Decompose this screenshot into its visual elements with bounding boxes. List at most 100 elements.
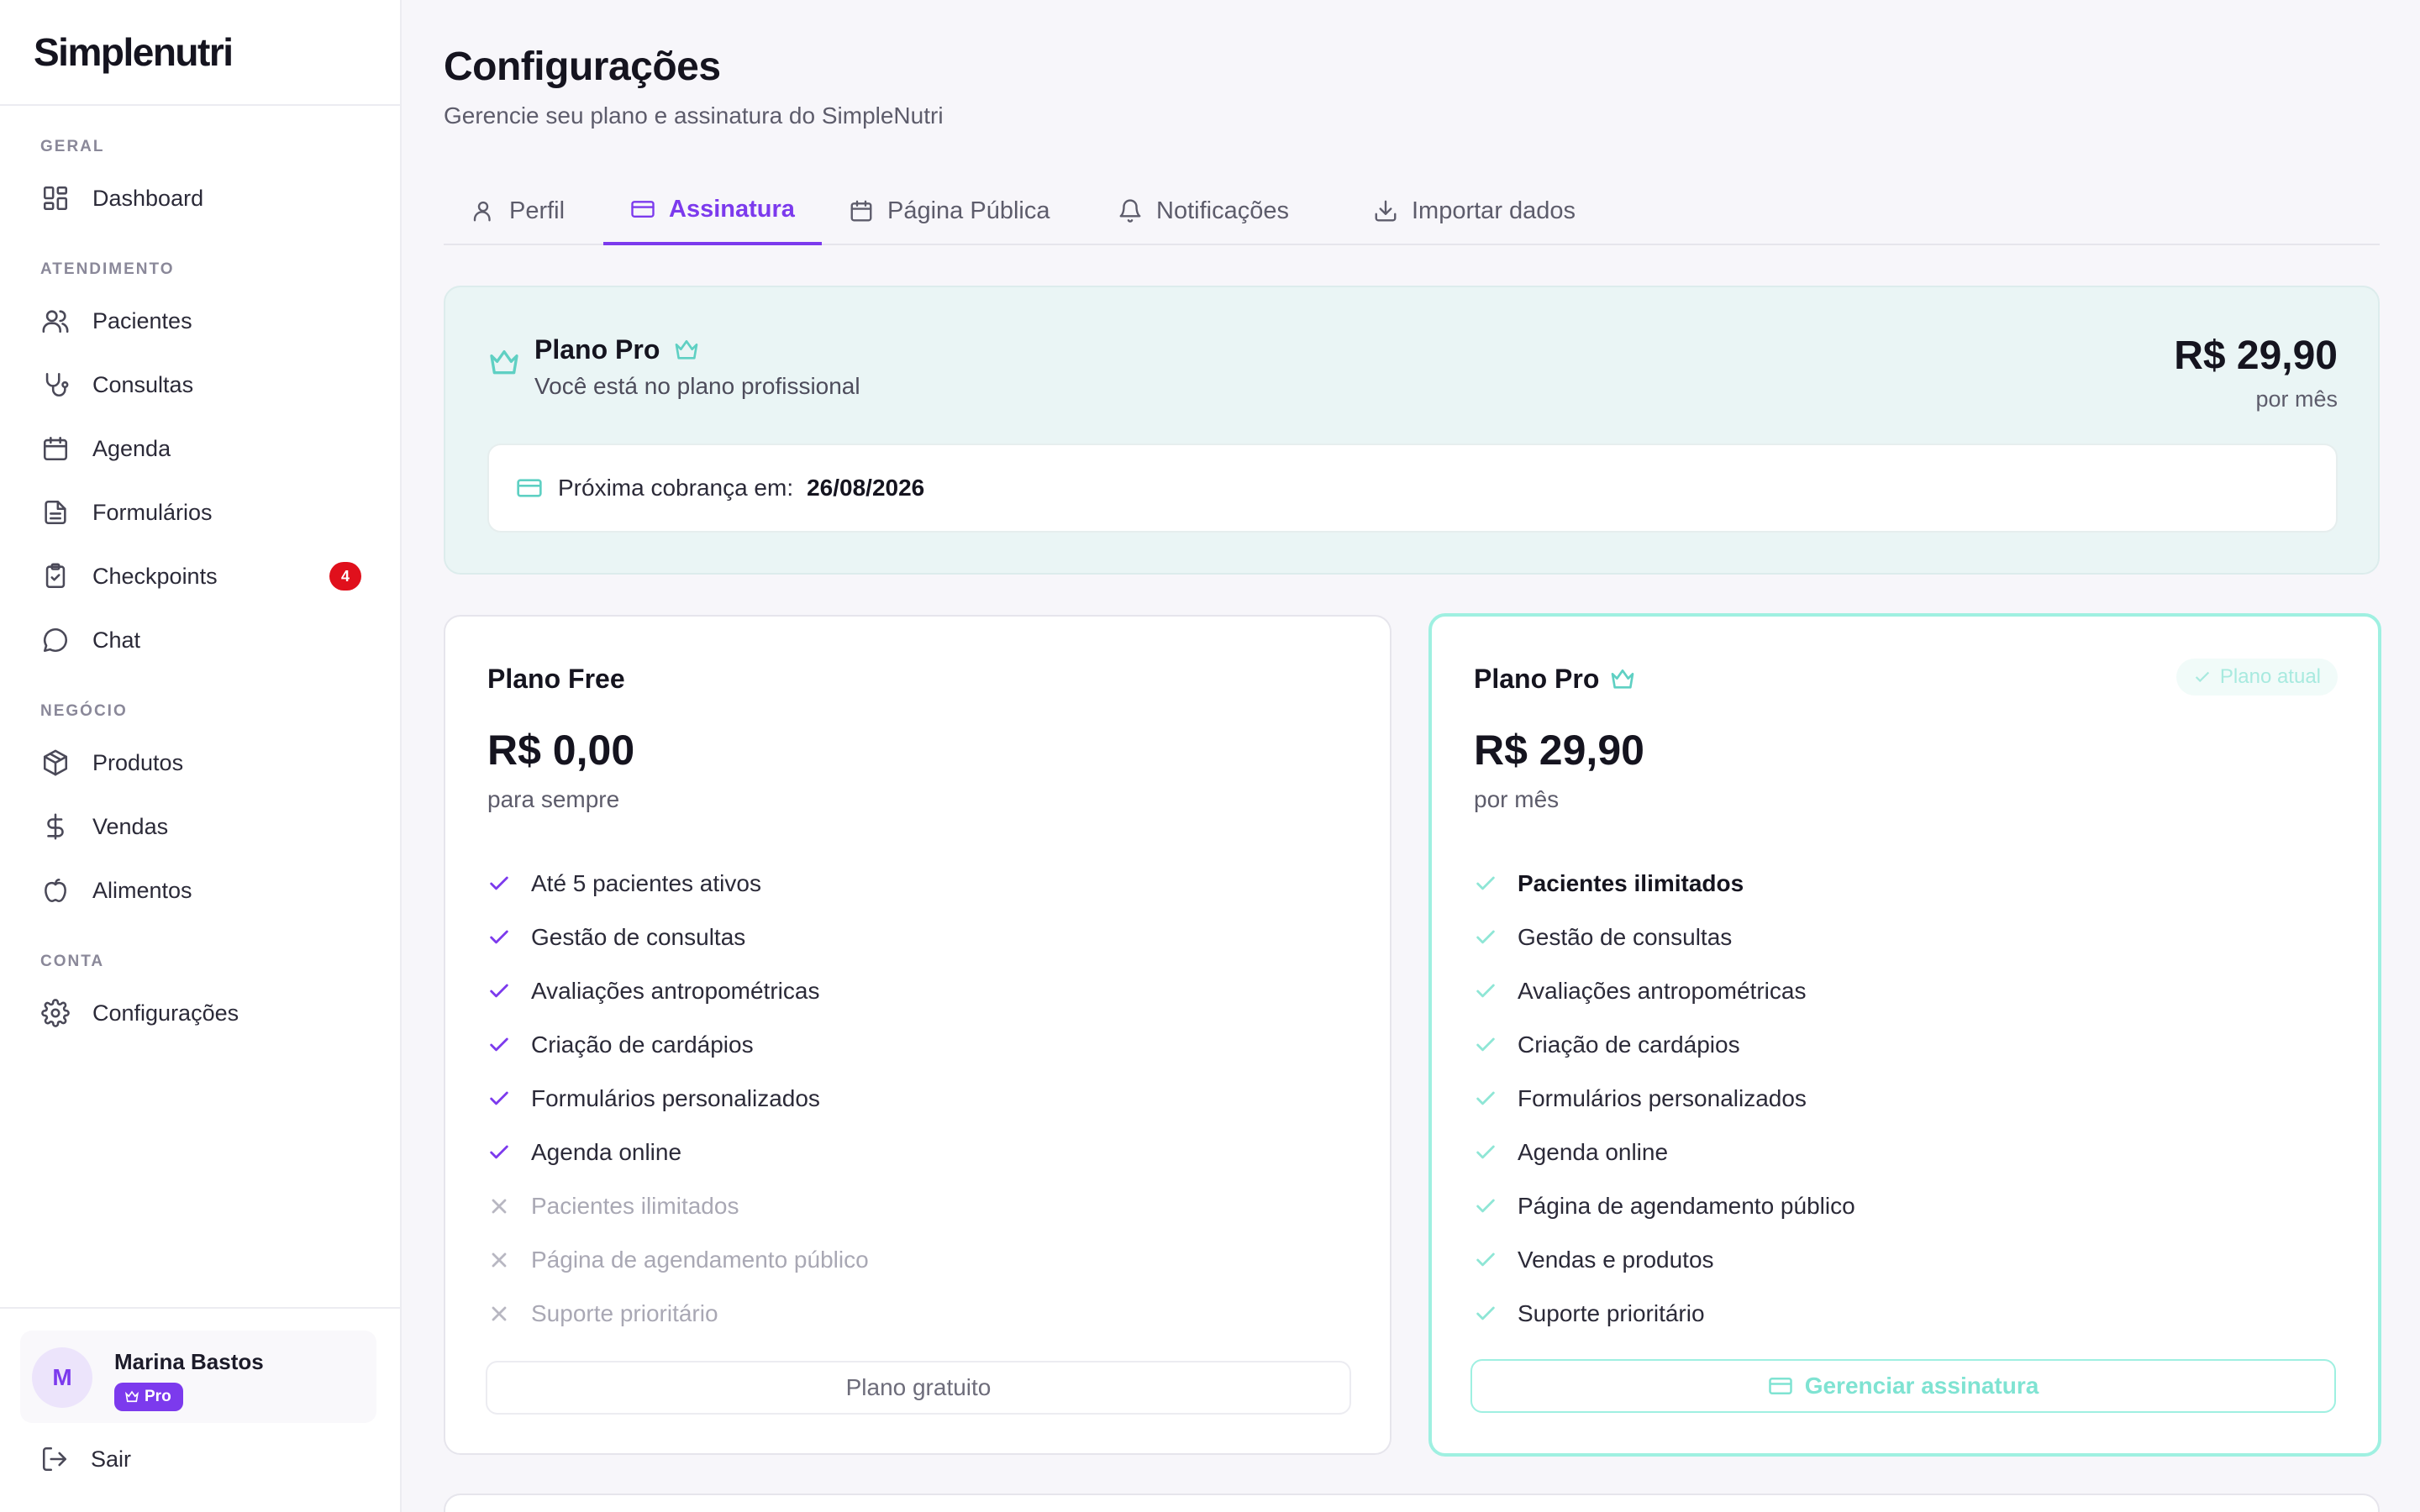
current-plan-period: por mês bbox=[2255, 386, 2338, 412]
check-icon bbox=[2195, 671, 2210, 683]
feature-text: Vendas e produtos bbox=[1518, 1247, 1714, 1273]
logout-button[interactable]: Sair bbox=[40, 1438, 131, 1480]
sidebar-item-label: Configurações bbox=[92, 1000, 239, 1026]
x-icon bbox=[492, 1306, 507, 1321]
feature-text: Pacientes ilimitados bbox=[1518, 870, 1744, 896]
current-plan-badge: Plano atual bbox=[2175, 659, 2338, 696]
page-title: Configurações bbox=[444, 45, 721, 89]
brand-logo[interactable]: Simplenutri bbox=[0, 0, 400, 106]
feature-item: Gestão de consultas bbox=[487, 911, 869, 964]
check-icon bbox=[490, 1091, 508, 1105]
feature-text: Suporte prioritário bbox=[531, 1300, 718, 1326]
tab-label: Perfil bbox=[509, 197, 566, 224]
feature-text: Criação de cardápios bbox=[1518, 1032, 1740, 1058]
plan-title-text: Plano Pro bbox=[1474, 664, 1600, 694]
plan-features-pro: Pacientes ilimitados Gestão de consultas… bbox=[1474, 857, 1855, 1341]
check-icon bbox=[1476, 1306, 1495, 1320]
plan-features-free: Até 5 pacientes ativos Gestão de consult… bbox=[487, 857, 869, 1341]
gear-icon bbox=[40, 998, 71, 1028]
download-icon bbox=[1375, 200, 1397, 222]
feature-item: Gestão de consultas bbox=[1474, 911, 1855, 964]
current-plan-description: Você está no plano profissional bbox=[534, 373, 860, 399]
feature-text: Agenda online bbox=[531, 1139, 682, 1165]
sidebar-item-agenda[interactable]: Agenda bbox=[20, 422, 381, 475]
check-icon bbox=[1476, 1199, 1495, 1213]
section-title-negocio: NEGÓCIO bbox=[40, 702, 128, 720]
check-icon bbox=[1476, 984, 1495, 998]
crown-icon bbox=[125, 1390, 139, 1403]
sidebar-item-chat[interactable]: Chat bbox=[20, 613, 381, 667]
feature-item: Página de agendamento público bbox=[1474, 1179, 1855, 1233]
tab-perfil[interactable]: Perfil bbox=[444, 176, 592, 245]
feature-text: Suporte prioritário bbox=[1518, 1300, 1705, 1326]
crown-icon bbox=[487, 346, 521, 384]
x-icon bbox=[492, 1199, 507, 1214]
package-icon bbox=[40, 748, 71, 778]
tab-label: Notificações bbox=[1156, 197, 1289, 224]
sidebar: Simplenutri GERAL Dashboard ATENDIMENTO … bbox=[0, 0, 402, 1512]
bell-icon bbox=[1119, 199, 1141, 223]
feature-item: Até 5 pacientes ativos bbox=[487, 857, 869, 911]
next-section-card bbox=[444, 1494, 2380, 1512]
feature-item: Criação de cardápios bbox=[487, 1018, 869, 1072]
sidebar-item-produtos[interactable]: Produtos bbox=[20, 736, 381, 790]
next-billing-label: Próxima cobrança em: bbox=[558, 475, 794, 501]
feature-item: Avaliações antropométricas bbox=[487, 964, 869, 1018]
feature-item: Página de agendamento público bbox=[487, 1233, 869, 1287]
tab-assinatura[interactable]: Assinatura bbox=[603, 176, 822, 245]
plan-card-pro: Plano Pro Plano atual R$ 29,90 por mês P… bbox=[1428, 613, 2381, 1457]
plan-period: por mês bbox=[1474, 786, 1560, 812]
check-icon bbox=[1476, 876, 1495, 890]
sidebar-item-configuracoes[interactable]: Configurações bbox=[20, 986, 381, 1040]
settings-tabs: Perfil Assinatura Página Pública Notific… bbox=[444, 176, 2380, 245]
sidebar-item-checkpoints[interactable]: Checkpoints 4 bbox=[20, 549, 381, 603]
stethoscope-icon bbox=[40, 370, 71, 400]
feature-item: Vendas e produtos bbox=[1474, 1233, 1855, 1287]
plan-title: Plano Pro bbox=[1474, 664, 1636, 695]
check-icon bbox=[1476, 1091, 1495, 1105]
check-icon bbox=[490, 1145, 508, 1159]
feature-item: Pacientes ilimitados bbox=[487, 1179, 869, 1233]
plan-card-free: Plano Free R$ 0,00 para sempre Até 5 pac… bbox=[444, 615, 1392, 1455]
section-title-geral: GERAL bbox=[40, 138, 105, 155]
feature-item: Suporte prioritário bbox=[1474, 1287, 1855, 1341]
avatar: M bbox=[32, 1347, 92, 1408]
sidebar-item-vendas[interactable]: Vendas bbox=[20, 800, 381, 853]
user-name: Marina Bastos bbox=[114, 1349, 264, 1374]
calendar-icon bbox=[850, 200, 872, 222]
free-plan-button[interactable]: Plano gratuito bbox=[486, 1361, 1351, 1415]
next-billing-row: Próxima cobrança em: 26/08/2026 bbox=[487, 444, 2338, 533]
clipboard-check-icon bbox=[40, 561, 71, 591]
feature-item: Pacientes ilimitados bbox=[1474, 857, 1855, 911]
feature-item: Formulários personalizados bbox=[1474, 1072, 1855, 1126]
user-plan-badge: Pro bbox=[114, 1383, 183, 1411]
brand-name: Simplenutri bbox=[34, 30, 234, 74]
check-icon bbox=[1476, 930, 1495, 944]
check-icon bbox=[490, 876, 508, 890]
feature-item: Avaliações antropométricas bbox=[1474, 964, 1855, 1018]
sidebar-item-dashboard[interactable]: Dashboard bbox=[20, 171, 381, 225]
sidebar-item-formularios[interactable]: Formulários bbox=[20, 486, 381, 539]
sidebar-item-label: Formulários bbox=[92, 499, 213, 525]
sidebar-item-pacientes[interactable]: Pacientes bbox=[20, 294, 381, 348]
feature-text: Avaliações antropométricas bbox=[1518, 978, 1807, 1004]
sidebar-item-label: Pacientes bbox=[92, 307, 192, 333]
feature-text: Formulários personalizados bbox=[531, 1085, 820, 1111]
file-text-icon bbox=[40, 497, 71, 528]
user-card[interactable]: M Marina Bastos Pro bbox=[20, 1331, 376, 1423]
check-icon bbox=[1476, 1145, 1495, 1159]
tab-notificacoes[interactable]: Notificações bbox=[1091, 176, 1316, 245]
feature-text: Página de agendamento público bbox=[1518, 1193, 1855, 1219]
sidebar-item-consultas[interactable]: Consultas bbox=[20, 358, 381, 412]
credit-card-icon bbox=[1768, 1378, 1792, 1394]
manage-subscription-button[interactable]: Gerenciar assinatura bbox=[1470, 1359, 2336, 1413]
tab-pagina-publica[interactable]: Página Pública bbox=[822, 176, 1076, 245]
sidebar-item-label: Chat bbox=[92, 627, 141, 653]
tab-importar-dados[interactable]: Importar dados bbox=[1346, 176, 1602, 245]
user-plan-label: Pro bbox=[145, 1388, 171, 1405]
feature-text: Até 5 pacientes ativos bbox=[531, 870, 761, 896]
calendar-icon bbox=[40, 433, 71, 464]
sidebar-item-alimentos[interactable]: Alimentos bbox=[20, 864, 381, 917]
sidebar-footer: M Marina Bastos Pro Sair bbox=[0, 1307, 400, 1512]
checkpoints-count-badge: 4 bbox=[329, 562, 361, 591]
